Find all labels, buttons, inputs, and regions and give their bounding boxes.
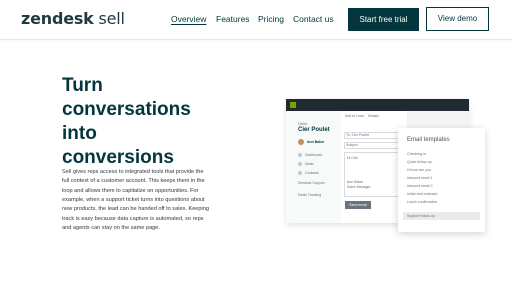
zendesk-sell-logo[interactable]: zendesk sell — [21, 9, 125, 28]
mock-signature-name: Ann Baker — [347, 180, 364, 184]
mock-app-logo-icon — [290, 102, 296, 108]
template-item[interactable]: Quick follow-up — [403, 158, 480, 166]
template-item-selected[interactable]: Support follow-up — [403, 212, 480, 220]
nav-features[interactable]: Features — [216, 14, 250, 24]
template-item[interactable]: Inbound email 1 — [403, 174, 480, 182]
mock-side-item: Deals — [305, 162, 314, 166]
mock-side-item: Deals Tracking — [298, 193, 322, 197]
template-item[interactable]: Hi how are you — [403, 166, 480, 174]
mock-greeting-text: Hi Cier, — [347, 156, 359, 160]
hero-headline: Turn conversations into conversions — [62, 74, 222, 170]
mock-user-name: Ann Baker — [307, 140, 325, 144]
mock-tab-add-to-lead: Add to Lead — [345, 114, 364, 118]
template-item[interactable]: Lunch confirmation — [403, 198, 480, 206]
mock-signature-title: Sales Manager — [347, 185, 371, 189]
nav-overview[interactable]: Overview — [171, 14, 206, 24]
template-item[interactable]: Inbound email 2 — [403, 182, 480, 190]
nav-pricing[interactable]: Pricing — [258, 14, 284, 24]
logo-suffix: sell — [93, 9, 125, 28]
view-demo-button[interactable]: View demo — [426, 7, 489, 31]
mock-subject-text: Subject — [346, 143, 358, 147]
email-templates-popover: Email templates Checking in Quick follow… — [398, 128, 485, 232]
site-header: zendesk sell Overview Features Pricing C… — [0, 0, 512, 40]
mock-contacts-icon — [298, 171, 302, 175]
mock-deals-icon — [298, 162, 302, 166]
logo-main: zendesk — [21, 9, 94, 28]
headline-line-4: conversions — [62, 147, 174, 168]
mock-send-email-button: Send email — [345, 201, 371, 209]
mock-user-avatar — [298, 139, 304, 145]
mock-dashboard-icon — [298, 153, 302, 157]
mock-to-text: To: Cier Poulet — [346, 133, 369, 137]
mock-tab-details: Details — [368, 114, 379, 118]
email-templates-title: Email templates — [407, 137, 450, 143]
template-item[interactable]: Checking in — [403, 150, 480, 158]
mock-side-item: Zendesk Support — [298, 181, 325, 185]
start-free-trial-button[interactable]: Start free trial — [348, 8, 419, 31]
mock-side-item: Dashboard — [305, 153, 323, 157]
hero-body-text: Sell gives reps access to integrated too… — [62, 169, 209, 232]
mock-topbar — [286, 99, 469, 111]
nav-contact-us[interactable]: Contact us — [293, 14, 334, 24]
headline-line-1: Turn — [62, 75, 103, 96]
headline-line-3: into — [62, 123, 97, 144]
mock-client-name: Cier Poulet — [298, 127, 330, 133]
mock-side-item: Contacts — [305, 171, 319, 175]
headline-line-2: conversations — [62, 99, 191, 120]
template-item[interactable]: Initial visit outreach — [403, 190, 480, 198]
mock-client-label: Client — [298, 122, 307, 126]
